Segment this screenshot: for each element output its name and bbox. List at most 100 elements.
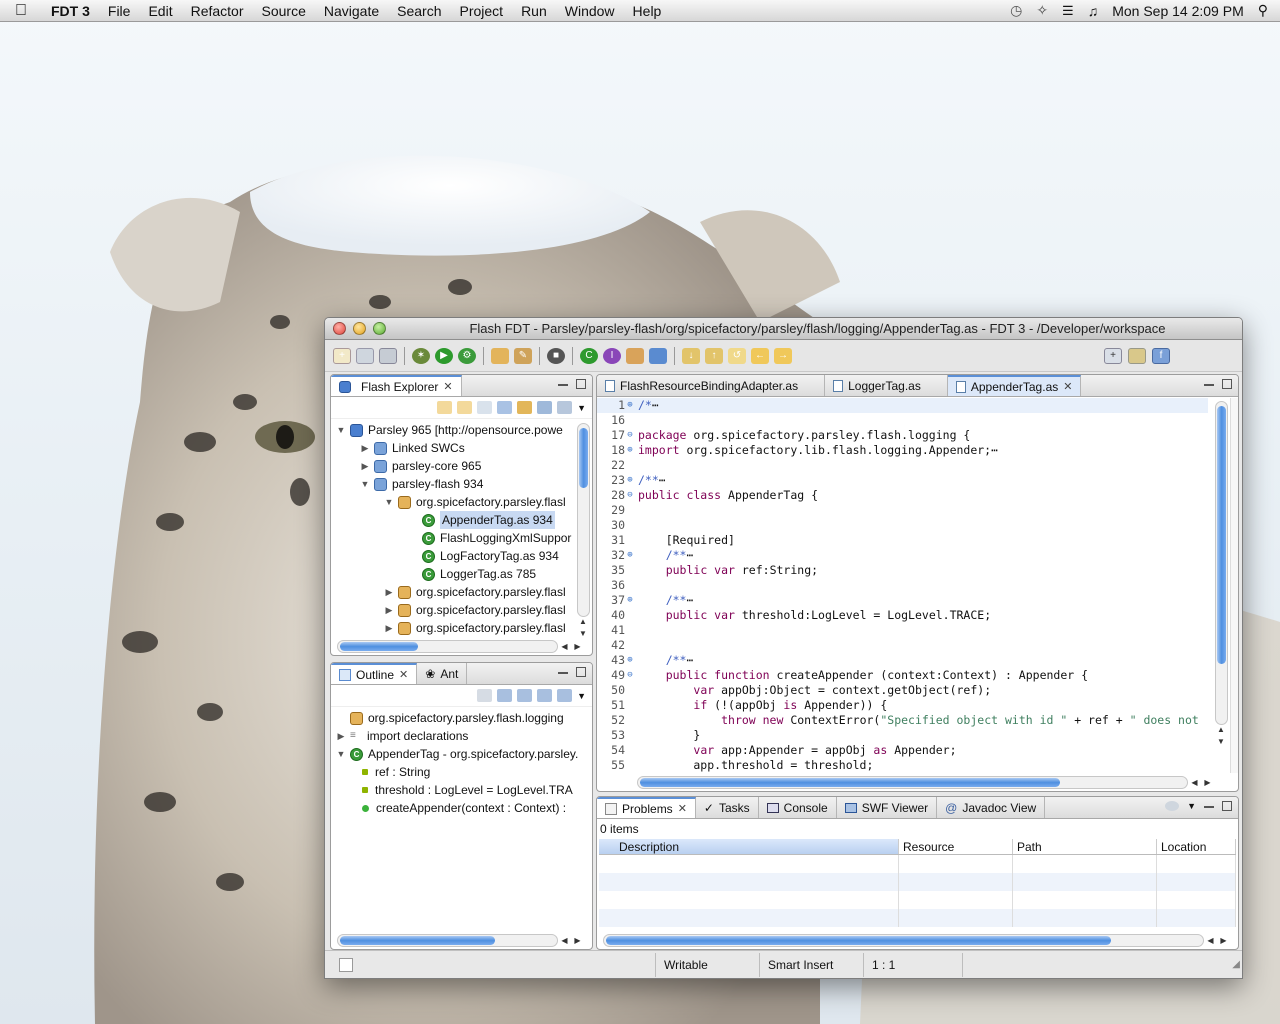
column-path[interactable]: Path — [1013, 839, 1157, 854]
view-options-icon[interactable] — [557, 401, 573, 414]
explorer-horizontal-scrollbar[interactable]: ◀ ▶ — [337, 639, 584, 653]
fold-expand-icon[interactable]: ⊕ — [625, 548, 635, 563]
back-icon[interactable] — [437, 401, 453, 414]
new-package-icon[interactable] — [626, 347, 644, 364]
outline-item-method[interactable]: createAppender(context : Context) : — [335, 799, 592, 817]
code-line[interactable]: 30 — [597, 518, 1208, 533]
build-icon[interactable]: ✎ — [514, 347, 532, 364]
tab-console[interactable]: Console — [759, 797, 837, 818]
code-line[interactable]: 35 public var ref:String; — [597, 563, 1208, 578]
tab-flashresourcebindingadapter[interactable]: FlashResourceBindingAdapter.as — [597, 375, 826, 396]
column-location[interactable]: Location — [1157, 839, 1236, 854]
external-tools-icon[interactable]: ⚙ — [458, 347, 476, 364]
fold-expand-icon[interactable]: ⊕ — [625, 593, 635, 608]
code-line[interactable]: 28 ⊖ public class AppenderTag { — [597, 488, 1208, 503]
bluetooth-icon[interactable]: ✧ — [1036, 2, 1048, 19]
last-edit-icon[interactable]: ↺ — [728, 347, 746, 364]
code-line[interactable]: 37 ⊕ /**⋯ — [597, 593, 1208, 608]
menu-help[interactable]: Help — [624, 3, 671, 19]
volume-icon[interactable]: ♫ — [1088, 3, 1099, 19]
outline-item-package[interactable]: org.spicefactory.parsley.flash.logging — [335, 709, 592, 727]
minimize-icon[interactable] — [558, 671, 568, 674]
fast-view-icon[interactable] — [339, 957, 353, 972]
menu-project[interactable]: Project — [450, 3, 512, 19]
stop-icon[interactable]: ■ — [547, 347, 565, 364]
tree-item-parsley-core[interactable]: ▶ parsley-core 965 — [335, 457, 576, 475]
editor-vertical-scrollbar[interactable]: ▲ ▼ — [1214, 401, 1228, 749]
code-line[interactable]: 36 — [597, 578, 1208, 593]
svn-perspective-icon[interactable] — [1128, 347, 1146, 364]
resize-grip-icon[interactable]: ◢ — [1232, 959, 1240, 970]
code-line[interactable]: 49 ⊖ public function createAppender (cont… — [597, 668, 1208, 683]
zoom-window-button[interactable] — [373, 322, 386, 335]
problems-horizontal-scrollbar[interactable]: ◀ ▶ — [603, 933, 1230, 947]
tree-item-linked-swcs[interactable]: ▶ Linked SWCs — [335, 439, 576, 457]
open-perspective-icon[interactable]: + — [1104, 347, 1122, 364]
previous-annotation-icon[interactable]: ↑ — [705, 347, 723, 364]
code-line[interactable]: 52 throw new ContextError("Specified obj… — [597, 713, 1208, 728]
code-line[interactable]: 32 ⊕ /**⋯ — [597, 548, 1208, 563]
code-line[interactable]: 22 — [597, 458, 1208, 473]
fold-expand-icon[interactable]: ⊕ — [625, 398, 635, 413]
code-line[interactable]: 41 — [597, 623, 1208, 638]
new-icon[interactable]: + — [333, 347, 351, 364]
close-icon[interactable]: ✕ — [678, 802, 687, 815]
tab-problems[interactable]: Problems ✕ — [597, 797, 696, 818]
code-line[interactable]: 43 ⊕ /**⋯ — [597, 653, 1208, 668]
menu-app-name[interactable]: FDT 3 — [42, 3, 99, 19]
close-icon[interactable]: ✕ — [399, 668, 408, 681]
menu-source[interactable]: Source — [253, 3, 315, 19]
code-line[interactable]: 40 public var threshold:LogLevel = LogLe… — [597, 608, 1208, 623]
close-icon[interactable]: ✕ — [443, 380, 452, 393]
minimize-icon[interactable] — [1204, 805, 1214, 808]
close-icon[interactable]: ✕ — [1063, 380, 1072, 393]
new-interface-icon[interactable]: I — [603, 347, 621, 364]
hide-static-icon[interactable] — [537, 689, 553, 702]
outline-item-imports[interactable]: ▶ ≡ import declarations — [335, 727, 592, 745]
fold-expand-icon[interactable]: ⊕ — [625, 653, 635, 668]
up-icon[interactable] — [477, 401, 493, 414]
link-editor-icon[interactable] — [517, 401, 533, 414]
next-annotation-icon[interactable]: ↓ — [682, 347, 700, 364]
menu-navigate[interactable]: Navigate — [315, 3, 388, 19]
tab-swf-viewer[interactable]: SWF Viewer — [837, 797, 938, 818]
minimize-window-button[interactable] — [353, 322, 366, 335]
maximize-icon[interactable] — [576, 667, 586, 677]
code-line[interactable]: 23 ⊕/**⋯ — [597, 473, 1208, 488]
tab-outline[interactable]: Outline ✕ — [331, 663, 418, 684]
tree-item-package[interactable]: ▼ org.spicefactory.parsley.flasl — [335, 493, 576, 511]
view-menu-icon[interactable]: ▼ — [1187, 801, 1196, 811]
filter-icon[interactable] — [1165, 801, 1180, 811]
code-line[interactable]: 54 var app:Appender = appObj as Appender… — [597, 743, 1208, 758]
code-line[interactable]: 29 — [597, 503, 1208, 518]
column-description[interactable]: Description — [599, 839, 899, 854]
tree-item-package[interactable]: ▶ org.spicefactory.parsley.flasl — [335, 619, 576, 637]
tab-tasks[interactable]: ✓ Tasks — [696, 797, 759, 818]
forward-icon[interactable] — [457, 401, 473, 414]
code-line[interactable]: 42 — [597, 638, 1208, 653]
editor-horizontal-scrollbar[interactable]: ◀ ▶ — [637, 775, 1214, 789]
tree-item-package[interactable]: ▶ org.spicefactory.parsley.flasl — [335, 601, 576, 619]
minimize-icon[interactable] — [1204, 383, 1214, 386]
explorer-vertical-scrollbar[interactable]: ▲ ▼ — [576, 423, 590, 641]
filter-icon[interactable] — [537, 401, 553, 414]
outline-item-field[interactable]: threshold : LogLevel = LogLevel.TRA — [335, 781, 592, 799]
outline-item-class[interactable]: ▼ C AppenderTag - org.spicefactory.parsley… — [335, 745, 592, 763]
save-icon[interactable] — [356, 347, 374, 364]
fold-expand-icon[interactable]: ⊕ — [625, 443, 635, 458]
sync-icon[interactable] — [477, 689, 493, 702]
code-line[interactable]: 51 if (!(appObj is Appender)) { — [597, 698, 1208, 713]
outline-horizontal-scrollbar[interactable]: ◀ ▶ — [337, 933, 584, 947]
time-machine-icon[interactable]: ◷ — [1010, 2, 1022, 19]
tree-item-parsley-flash[interactable]: ▼ parsley-flash 934 — [335, 475, 576, 493]
open-type-icon[interactable] — [649, 347, 667, 364]
new-class-icon[interactable]: C — [580, 347, 598, 364]
code-line[interactable]: 1 ⊕/*⋯ — [597, 398, 1208, 413]
wifi-icon[interactable]: ☰ — [1062, 3, 1074, 19]
code-editor[interactable]: 1 ⊕/*⋯ 16 17 ⊖ package org.spicefactory.parsl… — [597, 398, 1208, 773]
code-line[interactable]: 50 var appObj:Object = context.getObject… — [597, 683, 1208, 698]
maximize-icon[interactable] — [1222, 801, 1232, 811]
open-folder-icon[interactable] — [491, 347, 509, 364]
tab-ant[interactable]: ❀ Ant — [417, 663, 468, 684]
clock[interactable]: Mon Sep 14 2:09 PM — [1112, 3, 1244, 19]
